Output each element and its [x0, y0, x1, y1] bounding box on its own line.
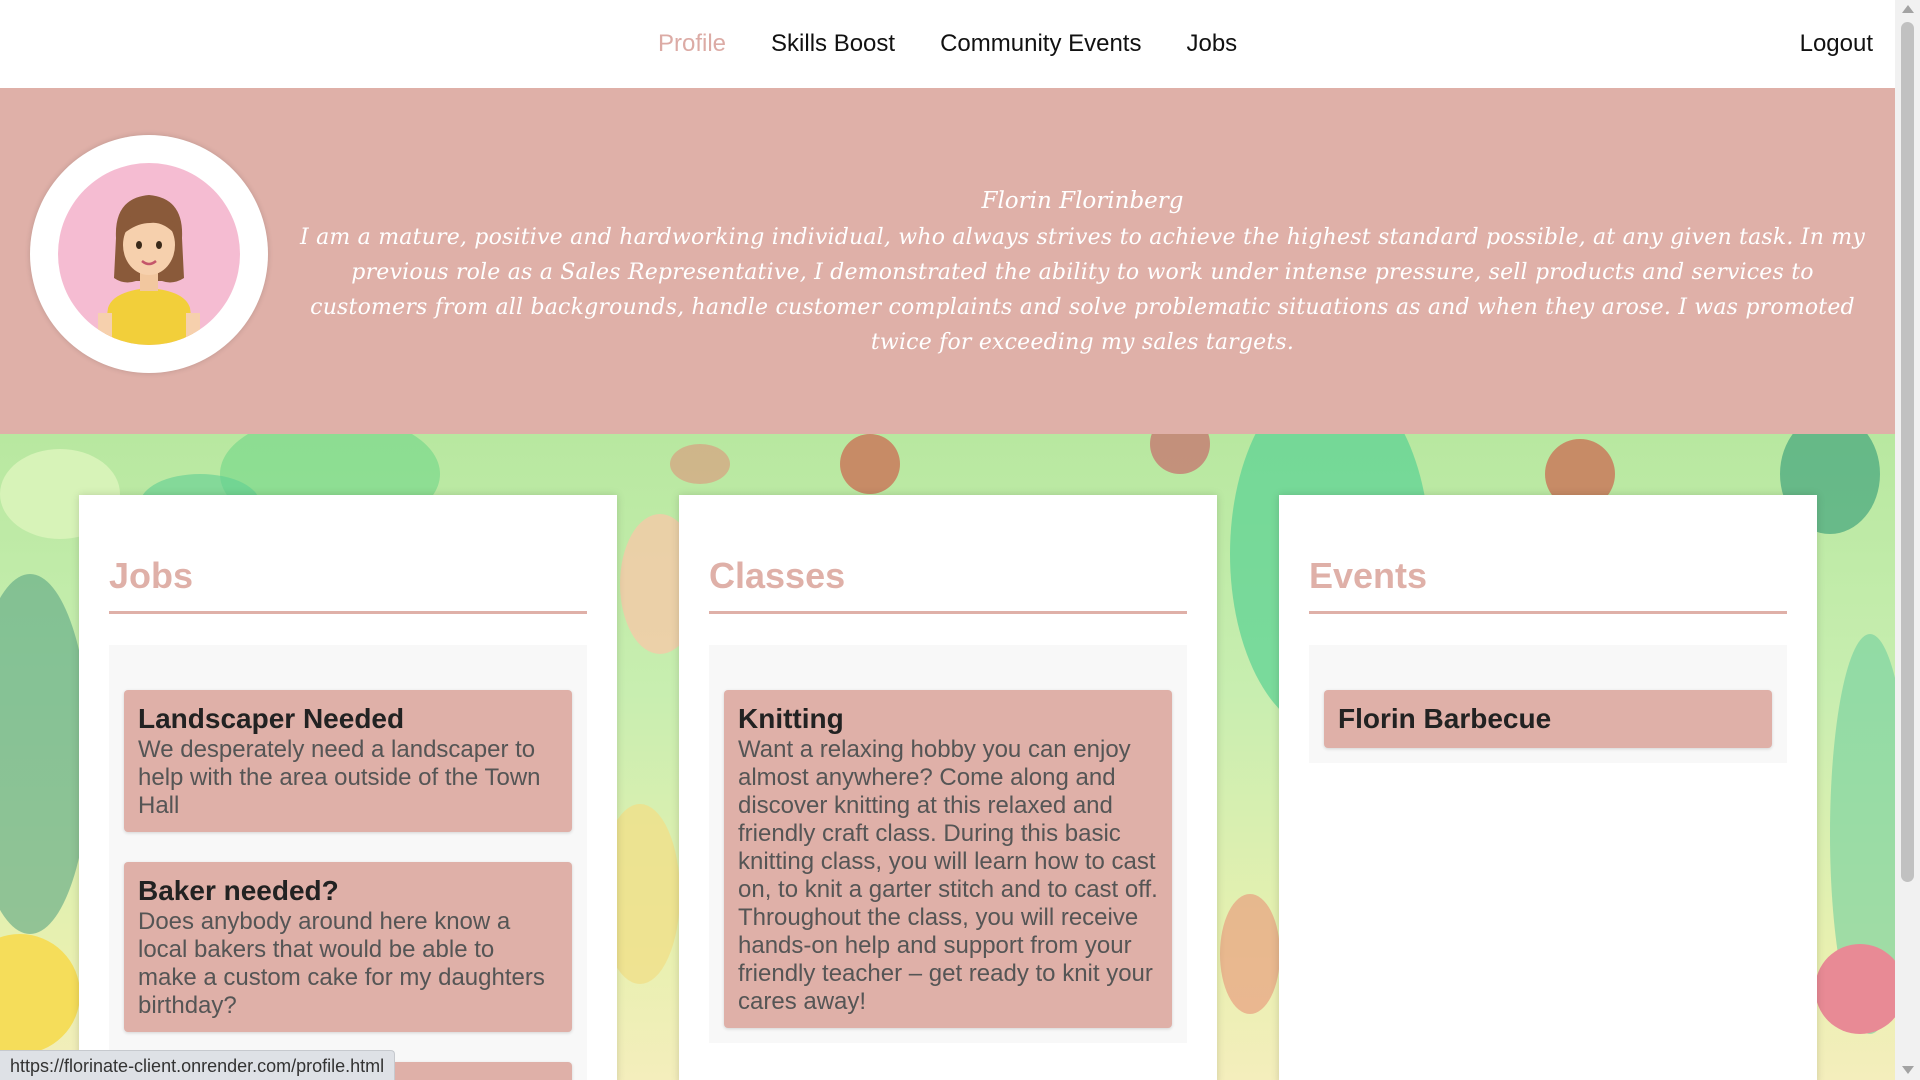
- events-list: Florin Barbecue: [1309, 645, 1787, 763]
- jobs-list: Landscaper Needed We desperately need a …: [109, 645, 587, 1080]
- list-item[interactable]: Florin Barbecue: [1324, 690, 1772, 748]
- item-title: Landscaper Needed: [138, 703, 405, 734]
- item-title: Baker needed?: [138, 875, 339, 906]
- nav-link-jobs[interactable]: Jobs: [1186, 30, 1237, 58]
- jobs-card: Jobs Landscaper Needed We desperately ne…: [79, 495, 617, 1080]
- scroll-thumb[interactable]: [1901, 22, 1914, 882]
- classes-card: Classes Knitting Want a relaxing hobby y…: [679, 495, 1217, 1080]
- scroll-up-arrow-icon[interactable]: [1902, 5, 1914, 13]
- jobs-card-title: Jobs: [109, 555, 194, 596]
- status-bar-url: https://florinate-client.onrender.com/pr…: [0, 1050, 396, 1080]
- divider: [1309, 611, 1787, 614]
- classes-list: Knitting Want a relaxing hobby you can e…: [709, 645, 1187, 1043]
- item-description: Does anybody around here know a local ba…: [138, 908, 545, 1019]
- item-description: We desperately need a landscaper to help…: [138, 736, 541, 819]
- avatar-illustration: [58, 163, 240, 345]
- item-title: Florin Barbecue: [1338, 703, 1552, 734]
- classes-card-title: Classes: [709, 555, 846, 596]
- list-item[interactable]: Landscaper Needed We desperately need a …: [124, 690, 572, 832]
- profile-bio: I am a mature, positive and hardworking …: [300, 225, 1865, 355]
- nav-links: Profile Skills Boost Community Events Jo…: [658, 30, 1237, 58]
- avatar: [30, 135, 268, 373]
- divider: [109, 611, 587, 614]
- item-description: Want a relaxing hobby you can enjoy almo…: [738, 736, 1158, 1015]
- list-item[interactable]: Knitting Want a relaxing hobby you can e…: [724, 690, 1172, 1028]
- profile-header: Florin Florinberg I am a mature, positiv…: [0, 88, 1895, 434]
- divider: [709, 611, 1187, 614]
- nav-link-community-events[interactable]: Community Events: [940, 30, 1141, 58]
- nav-link-skills-boost[interactable]: Skills Boost: [771, 30, 895, 58]
- item-title: Knitting: [738, 703, 844, 734]
- nav-link-profile[interactable]: Profile: [658, 30, 726, 58]
- events-card: Events Florin Barbecue: [1279, 495, 1817, 1080]
- profile-name: Florin Florinberg: [981, 188, 1184, 214]
- events-card-title: Events: [1309, 555, 1428, 596]
- scroll-down-arrow-icon[interactable]: [1902, 1066, 1914, 1074]
- logout-link[interactable]: Logout: [1800, 30, 1873, 58]
- page-scrollbar[interactable]: [1895, 0, 1920, 1080]
- list-item[interactable]: Baker needed? Does anybody around here k…: [124, 862, 572, 1032]
- top-navigation: Profile Skills Boost Community Events Jo…: [0, 0, 1895, 88]
